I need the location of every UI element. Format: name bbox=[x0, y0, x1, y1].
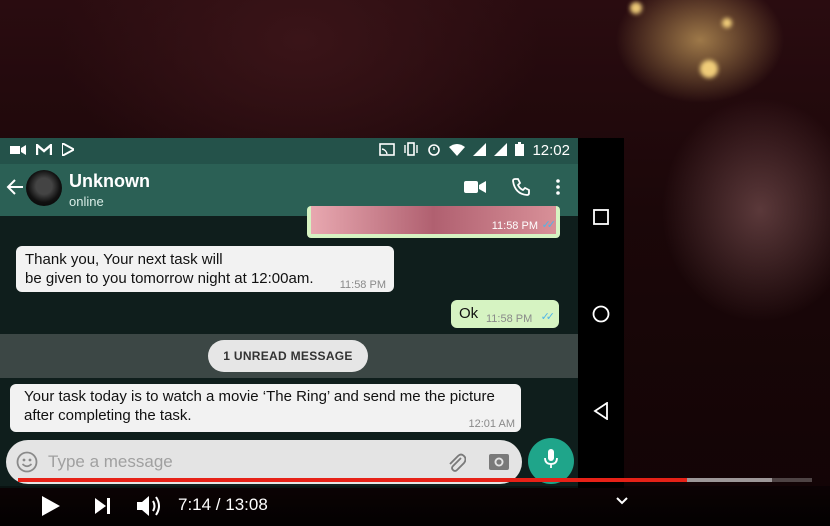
message-time: 11:58 PM bbox=[491, 220, 538, 232]
phone-icon[interactable] bbox=[512, 178, 530, 201]
read-ticks-icon: ✓✓ bbox=[540, 311, 556, 323]
next-icon[interactable] bbox=[94, 494, 112, 518]
unread-messages-badge: 1 UNREAD MESSAGE bbox=[208, 340, 368, 372]
message-text-line: be given to you tomorrow night at 12:00a… bbox=[25, 270, 314, 287]
played-progress bbox=[18, 478, 687, 482]
wifi-icon bbox=[449, 143, 466, 159]
avatar[interactable] bbox=[26, 170, 62, 206]
home-icon[interactable] bbox=[590, 303, 612, 325]
emoji-icon[interactable] bbox=[16, 451, 38, 478]
battery-icon bbox=[515, 142, 525, 159]
play-store-icon bbox=[61, 141, 77, 159]
android-nav-bar bbox=[578, 138, 624, 488]
message-input[interactable] bbox=[48, 448, 428, 476]
gmail-icon bbox=[35, 142, 53, 159]
video-status-icon bbox=[10, 143, 26, 159]
alarm-icon bbox=[427, 142, 441, 159]
status-time: 12:02 bbox=[532, 142, 570, 159]
attach-icon[interactable] bbox=[446, 451, 467, 478]
read-ticks-icon: ✓✓ bbox=[541, 219, 557, 231]
outgoing-message[interactable]: Ok 11:58 PM ✓✓ bbox=[451, 300, 559, 328]
signal-icon-2 bbox=[494, 142, 508, 159]
video-progress-bar[interactable] bbox=[18, 478, 812, 482]
message-time: 12:01 AM bbox=[468, 418, 515, 430]
message-text-line: after completing the task. bbox=[24, 407, 192, 424]
recents-icon[interactable] bbox=[590, 206, 612, 228]
status-bar: 12:02 bbox=[0, 138, 578, 164]
signal-icon bbox=[473, 142, 487, 159]
video-camera-icon[interactable] bbox=[464, 180, 486, 199]
image-message[interactable]: 11:58 PM ✓✓ bbox=[307, 206, 560, 238]
time-display: 7:14 / 13:08 bbox=[178, 495, 268, 514]
vibrate-icon bbox=[403, 142, 419, 159]
message-text: Ok bbox=[459, 305, 479, 322]
message-time: 11:58 PM bbox=[486, 313, 533, 325]
back-arrow-icon[interactable] bbox=[6, 178, 24, 201]
message-text-line: Your task today is to watch a movie ‘The… bbox=[24, 388, 495, 405]
mic-icon bbox=[544, 448, 558, 474]
cast-icon bbox=[379, 142, 396, 159]
contact-status: online bbox=[69, 194, 104, 209]
incoming-message[interactable]: Your task today is to watch a movie ‘The… bbox=[10, 384, 521, 432]
phone-screen: 12:02 Unknown online 11:58 PM ✓✓ Thank y… bbox=[0, 138, 578, 488]
player-controls: 7:14 / 13:08 bbox=[0, 486, 830, 526]
more-vertical-icon[interactable] bbox=[556, 179, 560, 200]
chevron-down-icon[interactable] bbox=[615, 496, 629, 506]
back-nav-icon[interactable] bbox=[590, 400, 612, 422]
message-time: 11:58 PM bbox=[339, 279, 386, 291]
play-icon[interactable] bbox=[40, 494, 62, 518]
message-text-line: Thank you, Your next task will bbox=[25, 251, 223, 268]
volume-icon[interactable] bbox=[136, 494, 164, 518]
incoming-message[interactable]: Thank you, Your next task will be given … bbox=[16, 246, 394, 292]
camera-icon[interactable] bbox=[488, 451, 510, 476]
contact-name[interactable]: Unknown bbox=[69, 171, 150, 192]
